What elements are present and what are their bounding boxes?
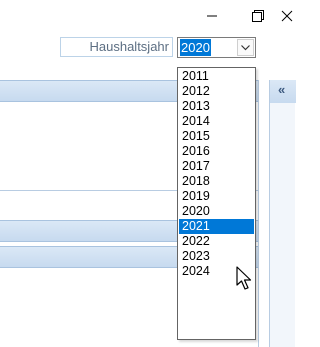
fiscal-year-dropdown-list: 2011 2012 2013 2014 2015 2016 2017 2018 2019 2020… [177,67,256,340]
side-pane: « [269,80,296,347]
restore-button[interactable] [235,0,281,32]
dropdown-option[interactable]: 2018 [179,174,254,189]
minimize-icon [207,15,217,17]
dropdown-option[interactable]: 2021 [179,219,254,234]
dropdown-option[interactable]: 2023 [179,249,254,264]
dropdown-option[interactable]: 2015 [179,129,254,144]
dropdown-option[interactable]: 2013 [179,99,254,114]
mouse-cursor-icon [236,266,252,290]
close-icon [281,10,293,22]
dropdown-option[interactable]: 2012 [179,84,254,99]
fiscal-year-label: Haushaltsjahr [60,37,173,57]
chevron-down-icon [241,44,250,50]
restore-icon [252,10,264,22]
dropdown-option[interactable]: 2016 [179,144,254,159]
minimize-button[interactable] [189,0,235,32]
close-button[interactable] [281,0,295,32]
dropdown-option[interactable]: 2011 [179,69,254,84]
dropdown-option[interactable]: 2019 [179,189,254,204]
collapse-pane-button[interactable]: « [270,80,296,103]
fiscal-year-select[interactable]: 2020 [177,37,256,58]
fiscal-year-value[interactable]: 2020 [180,39,211,56]
dropdown-option[interactable]: 2014 [179,114,254,129]
dropdown-option[interactable]: 2022 [179,234,254,249]
dropdown-option[interactable]: 2017 [179,159,254,174]
title-bar [0,0,295,32]
dropdown-option[interactable]: 2020 [179,204,254,219]
dropdown-button[interactable] [237,39,254,56]
